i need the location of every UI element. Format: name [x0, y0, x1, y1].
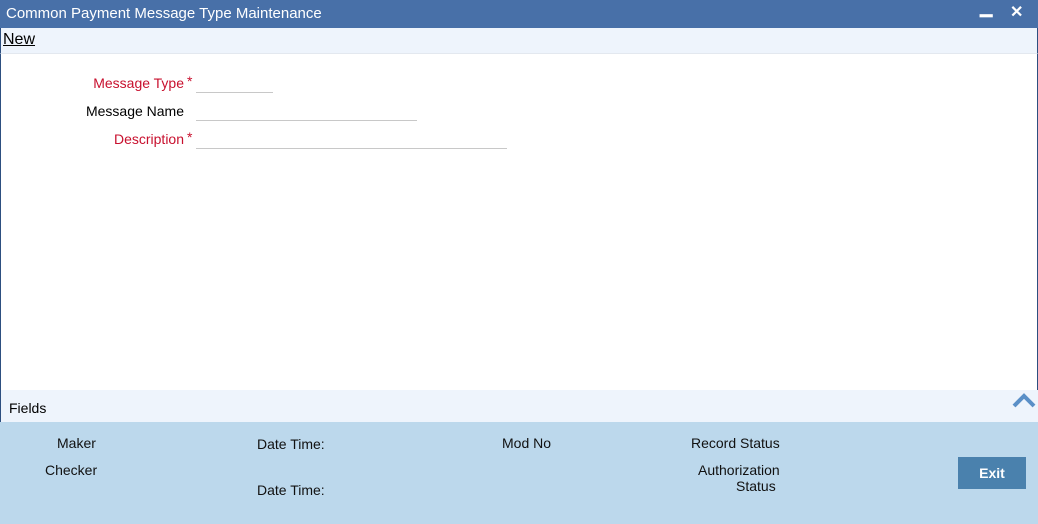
description-input[interactable] [196, 129, 507, 149]
message-type-label: Message Type [93, 75, 184, 91]
record-status-label: Record Status [691, 435, 780, 451]
required-marker: * [187, 129, 193, 145]
menu-bar: New [0, 28, 1038, 54]
audit-footer: Maker Checker Date Time: Date Time: Mod … [0, 422, 1038, 524]
fields-section: Fields [0, 390, 1038, 422]
authorization-status-label-2: Status [736, 478, 776, 494]
chevron-up-icon[interactable] [1012, 392, 1036, 408]
message-name-label: Message Name [85, 103, 184, 119]
window-title-bar: Common Payment Message Type Maintenance [0, 0, 1038, 28]
checker-label: Checker [45, 462, 98, 478]
description-label: Description [113, 131, 184, 147]
authorization-status-label: Authorization [698, 462, 780, 478]
minimize-button[interactable]: ▁ [980, 0, 992, 22]
required-marker: * [187, 73, 193, 89]
message-type-input[interactable] [196, 73, 273, 93]
new-link[interactable]: New [3, 31, 35, 49]
mod-no-label: Mod No [502, 435, 552, 451]
message-name-input[interactable] [196, 101, 417, 121]
close-button[interactable]: ✕ [1010, 0, 1023, 26]
maker-label: Maker [57, 435, 96, 451]
window-title: Common Payment Message Type Maintenance [6, 5, 322, 22]
form-area: Message Type * Message Name Description … [0, 54, 1038, 390]
exit-button[interactable]: Exit [958, 457, 1026, 489]
fields-label: Fields [9, 400, 47, 416]
checker-date-time-label: Date Time: [257, 482, 325, 498]
maker-date-time-label: Date Time: [257, 436, 325, 452]
